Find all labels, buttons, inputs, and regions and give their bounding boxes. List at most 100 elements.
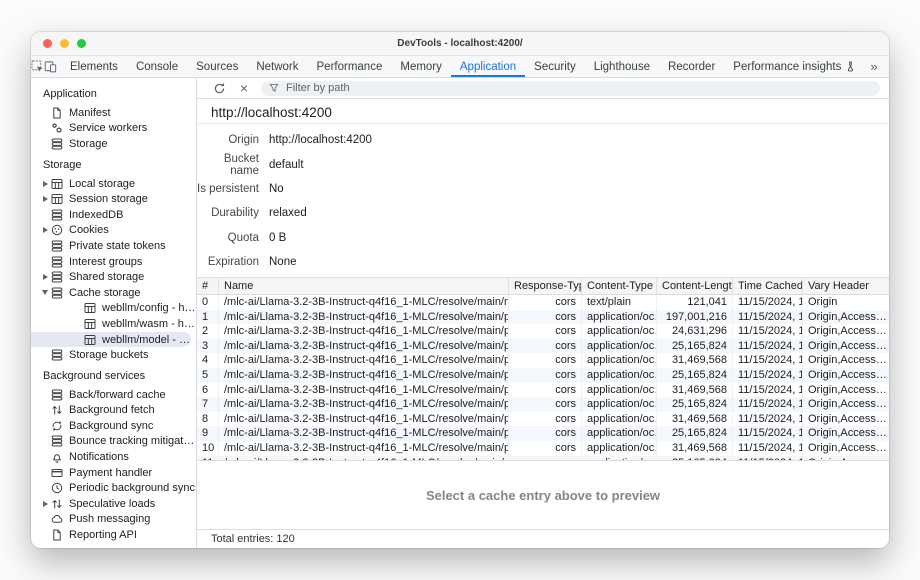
tab-label: Application xyxy=(460,61,516,73)
sidebar-item-service-workers[interactable]: Service workers xyxy=(31,121,196,137)
cell-time-cached: 11/15/2024, 10… xyxy=(733,383,803,398)
chevron-right-icon[interactable] xyxy=(39,227,51,233)
cache-entry-row-3[interactable]: 3/mlc-ai/Llama-3.2-3B-Instruct-q4f16_1-M… xyxy=(197,339,889,354)
cell-content-type: application/oc… xyxy=(582,310,657,325)
database-icon xyxy=(51,435,63,447)
column-header-time-cached[interactable]: Time Cached xyxy=(733,278,803,294)
inspect-icon xyxy=(31,60,44,73)
column-header-content-length[interactable]: Content-Length xyxy=(657,278,733,294)
issues-button[interactable]: 3 xyxy=(885,60,889,74)
detail-value: No xyxy=(269,183,284,195)
database-icon xyxy=(51,287,63,299)
sidebar-item-bounce-tracking-mitigations[interactable]: Bounce tracking mitigations xyxy=(31,434,196,450)
column-header-vary-header[interactable]: Vary Header xyxy=(803,278,889,294)
column-header-response-type[interactable]: Response-Type xyxy=(509,278,582,294)
sidebar-item-manifest[interactable]: Manifest xyxy=(31,105,196,121)
filter-box[interactable] xyxy=(261,81,880,96)
filter-by-path-input[interactable] xyxy=(284,81,872,95)
sidebar-item-periodic-background-sync[interactable]: Periodic background sync xyxy=(31,480,196,496)
tab-performance-insights[interactable]: Performance insights xyxy=(724,56,865,77)
detail-label: Expiration xyxy=(197,256,259,268)
origin-title: http://localhost:4200 xyxy=(197,99,889,124)
cache-entry-row-10[interactable]: 10/mlc-ai/Llama-3.2-3B-Instruct-q4f16_1-… xyxy=(197,441,889,456)
tab-memory[interactable]: Memory xyxy=(391,56,451,77)
sidebar-item-interest-groups[interactable]: Interest groups xyxy=(31,254,196,270)
tab-label: Network xyxy=(256,61,298,73)
tab-recorder[interactable]: Recorder xyxy=(659,56,724,77)
sidebar-item-label: Storage xyxy=(69,138,108,150)
column-header-[interactable]: # xyxy=(197,278,219,294)
sidebar-item-push-messaging[interactable]: Push messaging xyxy=(31,512,196,528)
sidebar-item-webllm-wasm-http-loca[interactable]: webllm/wasm - http://loca… xyxy=(31,316,196,332)
chevron-right-icon[interactable] xyxy=(39,181,51,187)
chevron-right-icon[interactable] xyxy=(39,196,51,202)
sidebar-item-webllm-model-http-loc[interactable]: webllm/model - http://loc… xyxy=(31,332,191,348)
sidebar-item-payment-handler[interactable]: Payment handler xyxy=(31,465,196,481)
cell-name: /mlc-ai/Llama-3.2-3B-Instruct-q4f16_1-ML… xyxy=(219,339,509,354)
chevron-right-icon[interactable] xyxy=(39,274,51,280)
cell-content-type: application/oc… xyxy=(582,368,657,383)
delete-selected-button[interactable]: × xyxy=(236,80,252,96)
sidebar-item-speculative-loads[interactable]: Speculative loads xyxy=(31,496,196,512)
chevron-right-icon[interactable] xyxy=(39,501,51,507)
detail-value: None xyxy=(269,256,297,268)
sidebar-item-notifications[interactable]: Notifications xyxy=(31,449,196,465)
cache-entry-row-7[interactable]: 7/mlc-ai/Llama-3.2-3B-Instruct-q4f16_1-M… xyxy=(197,397,889,412)
sidebar-item-webllm-config-http-loc[interactable]: webllm/config - http://loc… xyxy=(31,301,196,317)
sidebar-item-indexeddb[interactable]: IndexedDB xyxy=(31,207,196,223)
sidebar-item-session-storage[interactable]: Session storage xyxy=(31,191,196,207)
chevron-down-icon[interactable] xyxy=(39,290,51,295)
filter-icon xyxy=(269,83,279,93)
inspect-element-button[interactable] xyxy=(31,56,44,77)
sidebar-item-back-forward-cache[interactable]: Back/forward cache xyxy=(31,387,196,403)
grid-body[interactable]: 0/mlc-ai/Llama-3.2-3B-Instruct-q4f16_1-M… xyxy=(197,295,889,461)
sidebar-item-cookies[interactable]: Cookies xyxy=(31,223,196,239)
sidebar-item-background-sync[interactable]: Background sync xyxy=(31,418,196,434)
panel-footer: Total entries: 120 xyxy=(197,529,889,548)
sidebar-item-private-state-tokens[interactable]: Private state tokens xyxy=(31,238,196,254)
screenshot-background: DevTools - localhost:4200/ ElementsConso… xyxy=(0,0,920,580)
refresh-button[interactable] xyxy=(211,80,227,96)
sidebar-item-cache-storage[interactable]: Cache storage xyxy=(31,285,196,301)
tab-performance[interactable]: Performance xyxy=(308,56,392,77)
column-header-content-type[interactable]: Content-Type xyxy=(582,278,657,294)
cell-: 7 xyxy=(197,397,219,412)
sidebar-item-local-storage[interactable]: Local storage xyxy=(31,176,196,192)
cache-entry-row-8[interactable]: 8/mlc-ai/Llama-3.2-3B-Instruct-q4f16_1-M… xyxy=(197,412,889,427)
column-header-name[interactable]: Name xyxy=(219,278,509,294)
tab-security[interactable]: Security xyxy=(525,56,585,77)
tab-sources[interactable]: Sources xyxy=(187,56,247,77)
more-tabs-button[interactable]: » xyxy=(865,59,882,74)
device-toolbar-button[interactable] xyxy=(44,56,57,77)
tab-console[interactable]: Console xyxy=(127,56,187,77)
cloud-icon xyxy=(51,513,63,525)
sidebar-item-shared-storage[interactable]: Shared storage xyxy=(31,269,196,285)
detail-label: Bucket name xyxy=(197,153,259,177)
tab-lighthouse[interactable]: Lighthouse xyxy=(585,56,659,77)
cell-name: /mlc-ai/Llama-3.2-3B-Instruct-q4f16_1-ML… xyxy=(219,310,509,325)
sidebar-item-storage-buckets[interactable]: Storage buckets xyxy=(31,347,196,363)
sidebar-item-background-fetch[interactable]: Background fetch xyxy=(31,403,196,419)
tab-label: Sources xyxy=(196,61,238,73)
database-icon xyxy=(51,389,63,401)
sidebar-item-storage[interactable]: Storage xyxy=(31,136,196,152)
detail-label: Is persistent xyxy=(197,183,259,195)
cache-entry-row-6[interactable]: 6/mlc-ai/Llama-3.2-3B-Instruct-q4f16_1-M… xyxy=(197,383,889,398)
cell-content-type: application/oc… xyxy=(582,412,657,427)
cache-entry-row-0[interactable]: 0/mlc-ai/Llama-3.2-3B-Instruct-q4f16_1-M… xyxy=(197,295,889,310)
detail-row-expiration: Expiration None xyxy=(197,250,889,274)
tab-network[interactable]: Network xyxy=(247,56,307,77)
sidebar-item-label: Payment handler xyxy=(69,467,152,479)
detail-value: default xyxy=(269,159,304,171)
cache-entry-row-9[interactable]: 9/mlc-ai/Llama-3.2-3B-Instruct-q4f16_1-M… xyxy=(197,426,889,441)
detail-row-quota: Quota0 B xyxy=(197,226,889,250)
cell-name: /mlc-ai/Llama-3.2-3B-Instruct-q4f16_1-ML… xyxy=(219,441,509,456)
cache-entry-row-2[interactable]: 2/mlc-ai/Llama-3.2-3B-Instruct-q4f16_1-M… xyxy=(197,324,889,339)
sidebar-item-reporting-api[interactable]: Reporting API xyxy=(31,527,196,543)
cache-entry-row-5[interactable]: 5/mlc-ai/Llama-3.2-3B-Instruct-q4f16_1-M… xyxy=(197,368,889,383)
tab-application[interactable]: Application xyxy=(451,56,525,77)
cache-entry-row-1[interactable]: 1/mlc-ai/Llama-3.2-3B-Instruct-q4f16_1-M… xyxy=(197,310,889,325)
cache-entry-row-4[interactable]: 4/mlc-ai/Llama-3.2-3B-Instruct-q4f16_1-M… xyxy=(197,353,889,368)
preview-placeholder-text: Select a cache entry above to preview xyxy=(426,488,660,503)
tab-elements[interactable]: Elements xyxy=(61,56,127,77)
